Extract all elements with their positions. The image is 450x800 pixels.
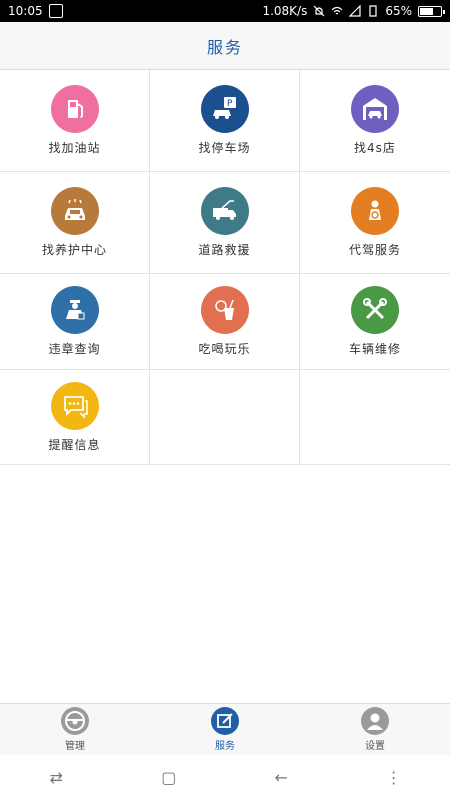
service-violation-query[interactable]: 违章查询	[0, 274, 150, 369]
service-label: 道路救援	[198, 243, 251, 257]
wifi-icon	[331, 6, 343, 15]
tab-services[interactable]: 服务	[150, 704, 300, 755]
system-nav-bar: ⇄ ▢ ← ⋮	[0, 755, 450, 800]
svg-text:P: P	[227, 99, 233, 109]
signal-icon	[349, 5, 361, 17]
service-road-rescue[interactable]: 道路救援	[150, 172, 300, 273]
services-row: 违章查询 吃喝玩乐 车辆维修	[0, 274, 450, 370]
page-title: 服务	[206, 37, 243, 57]
service-gas-station[interactable]: 找加油站	[0, 70, 150, 171]
bottom-tab-bar: 管理 服务 设置	[0, 703, 450, 755]
mute-icon	[313, 5, 325, 17]
service-label: 找养护中心	[41, 243, 107, 257]
service-label: 车辆维修	[348, 342, 401, 356]
status-bar: 10:05 1.08K/s 65%	[0, 0, 450, 22]
service-label: 找4s店	[354, 141, 396, 155]
police-icon	[50, 286, 99, 334]
service-reminders[interactable]: 提醒信息	[0, 370, 150, 464]
status-right: 1.08K/s 65%	[262, 4, 445, 18]
tab-manage[interactable]: 管理	[0, 704, 150, 755]
tow-truck-icon	[200, 187, 249, 235]
services-grid: 找加油站 P 找停车场 找4s店 找养护中心 道路救援 代驾服务 违章查询 吃喝…	[0, 70, 450, 465]
service-label: 找停车场	[198, 141, 251, 155]
driver-icon	[351, 187, 399, 235]
home-icon[interactable]: ▢	[149, 768, 189, 787]
switch-apps-icon[interactable]: ⇄	[36, 768, 76, 787]
service-label: 违章查询	[48, 342, 101, 356]
service-label: 提醒信息	[48, 437, 101, 452]
battery-percent: 65%	[385, 4, 412, 18]
service-label: 找加油站	[48, 141, 101, 155]
tools-icon	[351, 286, 399, 334]
services-row: 找养护中心 道路救援 代驾服务	[0, 172, 450, 274]
user-icon	[361, 707, 389, 735]
services-row: 提醒信息	[0, 370, 450, 465]
tab-label: 设置	[365, 741, 385, 752]
service-label: 代驾服务	[348, 243, 401, 257]
empty-cell	[150, 370, 300, 464]
screenshot-icon	[48, 4, 63, 18]
service-vehicle-repair[interactable]: 车辆维修	[300, 274, 450, 369]
sim-icon	[369, 5, 377, 17]
header: 服务	[0, 22, 450, 70]
service-designated-driver[interactable]: 代驾服务	[300, 172, 450, 273]
car-wash-icon	[50, 187, 99, 235]
menu-icon[interactable]: ⋮	[374, 768, 414, 787]
tab-label: 服务	[215, 741, 235, 752]
edit-icon	[211, 707, 239, 735]
tab-settings[interactable]: 设置	[300, 704, 450, 755]
message-icon	[50, 381, 99, 430]
food-drink-icon	[200, 286, 249, 334]
service-maintenance-center[interactable]: 找养护中心	[0, 172, 150, 273]
empty-cell	[300, 370, 450, 464]
gas-station-icon	[50, 85, 99, 133]
service-entertainment[interactable]: 吃喝玩乐	[150, 274, 300, 369]
services-row: 找加油站 P 找停车场 找4s店	[0, 70, 450, 172]
service-4s-store[interactable]: 找4s店	[300, 70, 450, 171]
service-parking[interactable]: P 找停车场	[150, 70, 300, 171]
parking-icon: P	[200, 85, 249, 133]
battery-icon	[418, 5, 445, 17]
steering-wheel-icon	[61, 707, 89, 735]
network-speed: 1.08K/s	[262, 4, 308, 18]
car-garage-icon	[351, 85, 399, 133]
status-time: 10:05	[8, 4, 43, 18]
tab-label: 管理	[65, 741, 85, 752]
service-label: 吃喝玩乐	[198, 342, 251, 356]
back-icon[interactable]: ←	[261, 768, 301, 787]
